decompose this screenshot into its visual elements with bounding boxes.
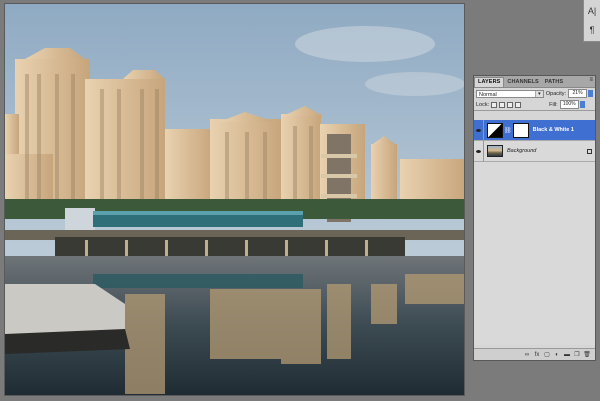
layer-row-background[interactable]: Background <box>474 140 595 162</box>
mini-tool-panel: A| ¶ <box>583 0 600 42</box>
layer-style-icon[interactable]: fx <box>532 352 542 358</box>
fill-label: Fill: <box>549 101 558 108</box>
document-canvas[interactable] <box>4 3 465 396</box>
lock-position-icon[interactable] <box>507 101 514 108</box>
photo-image <box>5 4 464 395</box>
visibility-toggle[interactable] <box>474 119 484 141</box>
chevron-down-icon: ▾ <box>534 90 543 97</box>
opacity-slider-button[interactable] <box>588 90 593 97</box>
tab-paths[interactable]: PATHS <box>542 78 566 87</box>
opacity-label: Opacity: <box>545 90 567 97</box>
chain-link-icon[interactable]: ⛓ <box>504 127 512 134</box>
new-group-icon[interactable]: ▬ <box>562 352 572 358</box>
link-layers-icon[interactable]: ∞ <box>522 352 532 358</box>
layer-mask-thumbnail[interactable] <box>512 122 529 138</box>
panel-menu-icon[interactable]: ≡ <box>589 77 593 83</box>
lock-all-icon[interactable] <box>515 101 522 108</box>
workspace: A| ¶ LAYERS CHANNELS PATHS ≡ Normal ▾ Op… <box>0 0 600 401</box>
trash-icon[interactable]: 🗑 <box>582 351 592 358</box>
eye-icon <box>476 149 481 153</box>
layer-list: ⛓ Black & White 1 Background <box>474 119 595 345</box>
layers-panel: LAYERS CHANNELS PATHS ≡ Normal ▾ Opacity… <box>473 75 596 361</box>
lock-icon <box>587 148 592 154</box>
paragraph-icon[interactable]: ¶ <box>584 22 600 38</box>
blend-opacity-row: Normal ▾ Opacity: 21% <box>474 88 595 99</box>
lock-transparent-icon[interactable] <box>491 101 498 108</box>
eye-icon <box>476 128 481 132</box>
tab-channels[interactable]: CHANNELS <box>504 78 541 87</box>
fill-slider-button[interactable] <box>579 101 585 108</box>
add-mask-icon[interactable]: ▢ <box>542 351 552 358</box>
layer-thumbnail[interactable] <box>487 145 503 157</box>
lock-fill-row: Lock: Fill: 100% <box>474 99 595 111</box>
lock-label: Lock: <box>476 101 490 108</box>
layers-panel-footer: ∞ fx ▢ ◐ ▬ ❐ 🗑 <box>474 348 595 360</box>
layer-name: Background <box>507 148 537 154</box>
new-adjustment-icon[interactable]: ◐ <box>552 352 562 358</box>
lock-pixels-icon[interactable] <box>499 101 506 108</box>
blend-mode-value: Normal <box>479 91 497 98</box>
fill-input[interactable]: 100% <box>559 100 579 109</box>
blend-mode-select[interactable]: Normal ▾ <box>476 89 544 98</box>
opacity-input[interactable]: 21% <box>568 89 588 98</box>
character-icon[interactable]: A| <box>584 3 600 19</box>
adjustment-thumbnail[interactable] <box>487 122 503 138</box>
tab-layers[interactable]: LAYERS <box>474 77 505 87</box>
layer-row-black-white[interactable]: ⛓ Black & White 1 <box>474 119 595 141</box>
new-layer-icon[interactable]: ❐ <box>572 351 582 358</box>
layer-name: Black & White 1 <box>532 127 574 133</box>
panel-tab-bar: LAYERS CHANNELS PATHS ≡ <box>474 76 595 88</box>
visibility-toggle[interactable] <box>474 140 484 162</box>
